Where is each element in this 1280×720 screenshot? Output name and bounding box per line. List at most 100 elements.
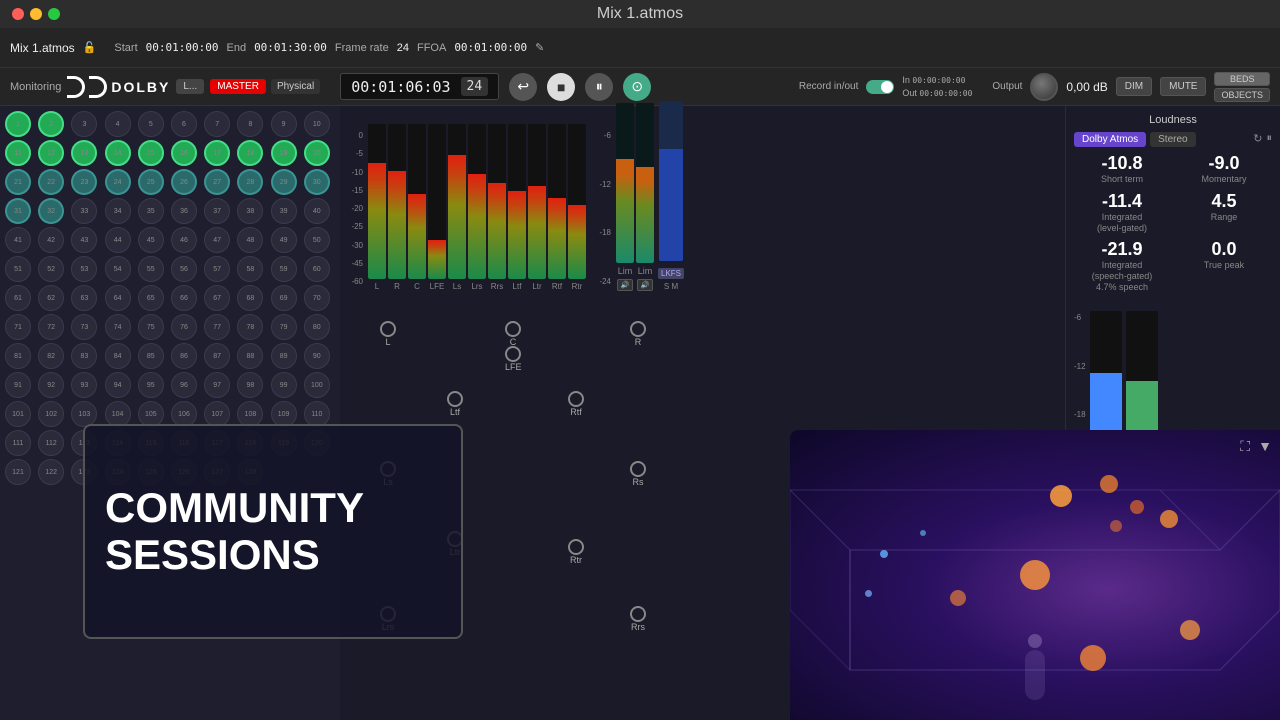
channel-35[interactable]: 35 [138,198,164,224]
speaker-LFE[interactable]: LFE [505,346,522,372]
channel-17[interactable]: 17 [204,140,230,166]
speaker-Rtf[interactable]: Rtf [568,391,584,417]
channel-101[interactable]: 101 [5,401,31,427]
channel-84[interactable]: 84 [105,343,131,369]
channel-55[interactable]: 55 [138,256,164,282]
channel-38[interactable]: 38 [237,198,263,224]
channel-80[interactable]: 80 [304,314,330,340]
channel-66[interactable]: 66 [171,285,197,311]
channel-78[interactable]: 78 [237,314,263,340]
channel-76[interactable]: 76 [171,314,197,340]
lim-button-1[interactable]: 🔊 [617,279,634,291]
channel-62[interactable]: 62 [38,285,64,311]
channel-88[interactable]: 88 [237,343,263,369]
objects-button[interactable]: OBJECTS [1214,88,1270,102]
channel-45[interactable]: 45 [138,227,164,253]
channel-93[interactable]: 93 [71,372,97,398]
speaker-L[interactable]: L [380,321,396,347]
channel-64[interactable]: 64 [105,285,131,311]
channel-36[interactable]: 36 [171,198,197,224]
channel-10[interactable]: 10 [304,111,330,137]
tab-stereo[interactable]: Stereo [1150,132,1195,147]
channel-87[interactable]: 87 [204,343,230,369]
channel-29[interactable]: 29 [271,169,297,195]
refresh-icon[interactable]: ↻ [1253,132,1262,147]
channel-22[interactable]: 22 [38,169,64,195]
channel-53[interactable]: 53 [71,256,97,282]
channel-4[interactable]: 4 [105,111,131,137]
source-btn-master[interactable]: MASTER [210,79,266,94]
channel-39[interactable]: 39 [271,198,297,224]
channel-21[interactable]: 21 [5,169,31,195]
record-toggle[interactable] [866,80,894,94]
channel-121[interactable]: 121 [5,459,31,485]
channel-69[interactable]: 69 [271,285,297,311]
channel-3[interactable]: 3 [71,111,97,137]
channel-46[interactable]: 46 [171,227,197,253]
channel-85[interactable]: 85 [138,343,164,369]
channel-68[interactable]: 68 [237,285,263,311]
channel-112[interactable]: 112 [38,430,64,456]
channel-72[interactable]: 72 [38,314,64,340]
channel-58[interactable]: 58 [237,256,263,282]
speaker-Rtr[interactable]: Rtr [568,539,584,565]
channel-28[interactable]: 28 [237,169,263,195]
pause-icon[interactable]: ⏸ [1267,132,1273,147]
channel-57[interactable]: 57 [204,256,230,282]
pause-button[interactable]: ⏸ [585,73,613,101]
channel-96[interactable]: 96 [171,372,197,398]
channel-41[interactable]: 41 [5,227,31,253]
channel-91[interactable]: 91 [5,372,31,398]
channel-83[interactable]: 83 [71,343,97,369]
channel-31[interactable]: 31 [5,198,31,224]
channel-81[interactable]: 81 [5,343,31,369]
speaker-R[interactable]: R [630,321,646,347]
dim-button[interactable]: DIM [1116,77,1152,96]
channel-8[interactable]: 8 [237,111,263,137]
stop-button[interactable]: ■ [547,73,575,101]
channel-15[interactable]: 15 [138,140,164,166]
channel-73[interactable]: 73 [71,314,97,340]
mute-button[interactable]: MUTE [1160,77,1206,96]
minimize-button[interactable] [30,8,42,20]
channel-90[interactable]: 90 [304,343,330,369]
channel-26[interactable]: 26 [171,169,197,195]
channel-59[interactable]: 59 [271,256,297,282]
channel-42[interactable]: 42 [38,227,64,253]
channel-98[interactable]: 98 [237,372,263,398]
channel-82[interactable]: 82 [38,343,64,369]
channel-30[interactable]: 30 [304,169,330,195]
channel-79[interactable]: 79 [271,314,297,340]
channel-12[interactable]: 12 [38,140,64,166]
close-button[interactable] [12,8,24,20]
channel-9[interactable]: 9 [271,111,297,137]
channel-47[interactable]: 47 [204,227,230,253]
channel-23[interactable]: 23 [71,169,97,195]
record-button[interactable]: ⊙ [623,73,651,101]
edit-icon[interactable]: ✎ [535,41,544,54]
beds-button[interactable]: BEDS [1214,72,1270,86]
speaker-Rs[interactable]: Rs [630,461,646,487]
rewind-button[interactable]: ↩ [509,73,537,101]
channel-94[interactable]: 94 [105,372,131,398]
channel-61[interactable]: 61 [5,285,31,311]
channel-7[interactable]: 7 [204,111,230,137]
channel-92[interactable]: 92 [38,372,64,398]
channel-89[interactable]: 89 [271,343,297,369]
channel-18[interactable]: 18 [237,140,263,166]
channel-11[interactable]: 11 [5,140,31,166]
channel-43[interactable]: 43 [71,227,97,253]
tab-dolby-atmos[interactable]: Dolby Atmos [1074,132,1146,147]
channel-70[interactable]: 70 [304,285,330,311]
speaker-Ltf[interactable]: Ltf [447,391,463,417]
channel-95[interactable]: 95 [138,372,164,398]
channel-100[interactable]: 100 [304,372,330,398]
channel-33[interactable]: 33 [71,198,97,224]
speaker-Rrs[interactable]: Rrs [630,606,646,632]
channel-52[interactable]: 52 [38,256,64,282]
channel-25[interactable]: 25 [138,169,164,195]
channel-48[interactable]: 48 [237,227,263,253]
channel-97[interactable]: 97 [204,372,230,398]
channel-32[interactable]: 32 [38,198,64,224]
channel-50[interactable]: 50 [304,227,330,253]
